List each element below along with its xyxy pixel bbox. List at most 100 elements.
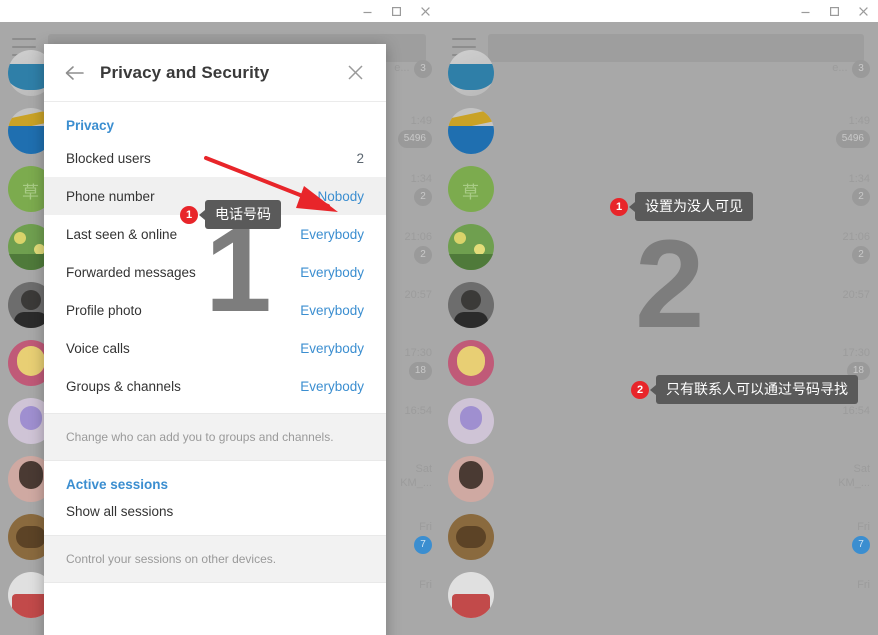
title-bar-left — [0, 0, 440, 22]
row-label: Blocked users — [66, 150, 151, 166]
row-value: Everybody — [300, 302, 364, 318]
chat-time: 1:49 — [410, 115, 432, 127]
unread-badge: 3 — [852, 60, 870, 78]
show-all-sessions-link[interactable]: Show all sessions — [44, 498, 386, 535]
chat-meta: 1:34 2 — [849, 172, 870, 206]
avatar[interactable] — [448, 224, 494, 270]
row-value: Everybody — [300, 226, 364, 242]
chat-list-background-right: 草 e... 3 1:49 5496 1:34 2 21:06 2 20:57 … — [440, 22, 878, 635]
chat-meta: Sat KM_... — [400, 462, 432, 490]
step-badge: 1 — [180, 205, 198, 224]
setting-row-profile-photo[interactable]: Profile photo Everybody — [44, 291, 386, 329]
avatar[interactable] — [448, 456, 494, 502]
maximize-button[interactable] — [820, 0, 849, 22]
row-label: Forwarded messages — [66, 264, 196, 280]
avatar[interactable] — [448, 108, 494, 154]
row-value: 2 — [356, 150, 364, 166]
avatar[interactable] — [448, 340, 494, 386]
avatar[interactable] — [448, 50, 494, 96]
active-sessions-link[interactable]: Active sessions — [44, 461, 386, 498]
close-button[interactable] — [849, 0, 878, 22]
setting-row-forwarded-messages[interactable]: Forwarded messages Everybody — [44, 253, 386, 291]
chat-meta: 16:54 — [404, 404, 432, 418]
chat-meta: Fri — [419, 578, 432, 592]
avatar[interactable] — [448, 398, 494, 444]
chat-meta: 16:54 — [842, 404, 870, 418]
row-value: Everybody — [300, 264, 364, 280]
chat-meta: 20:57 — [842, 288, 870, 302]
unread-badge: 5496 — [397, 130, 432, 148]
chat-time: Fri — [857, 521, 870, 533]
annotation-step-1: 1 电话号码 — [180, 200, 281, 229]
chat-time: Fri — [857, 579, 870, 591]
chat-preview: e... — [832, 62, 848, 74]
chat-time: 17:30 — [842, 347, 870, 359]
unread-badge: 2 — [414, 188, 432, 206]
dialog-header: Privacy and Security — [44, 44, 386, 102]
avatar[interactable]: 草 — [448, 166, 494, 212]
privacy-section: Privacy Blocked users 2 Phone number Nob… — [44, 102, 386, 405]
unread-badge: 2 — [852, 188, 870, 206]
setting-row-voice-calls[interactable]: Voice calls Everybody — [44, 329, 386, 367]
unread-badge: 2 — [852, 246, 870, 264]
chat-time: Sat — [415, 463, 432, 475]
chat-preview: KM_... — [400, 477, 432, 489]
sessions-hint-text: Control your sessions on other devices. — [44, 535, 386, 583]
page-title: Privacy and Security — [100, 62, 270, 82]
minimize-button[interactable] — [791, 0, 820, 22]
chat-meta: 21:06 2 — [842, 230, 870, 264]
chat-time: 1:49 — [848, 115, 870, 127]
chat-time: 21:06 — [404, 231, 432, 243]
step-badge: 2 — [631, 380, 649, 399]
screenshot-root: 草 e... 3 1:49 5496 1:34 2 21:06 2 20:57 … — [0, 0, 878, 635]
chat-meta: 21:06 2 — [404, 230, 432, 264]
chat-time: 16:54 — [842, 405, 870, 417]
step-tooltip: 设置为没人可见 — [629, 192, 753, 221]
privacy-and-security-dialog: Privacy and Security Privacy Blocked use… — [44, 44, 386, 635]
chat-meta: 1:49 5496 — [397, 114, 432, 148]
row-label: Groups & channels — [66, 378, 181, 394]
close-button[interactable] — [411, 0, 440, 22]
chat-meta: Sat KM_... — [838, 462, 870, 490]
row-value: Everybody — [300, 378, 364, 394]
unread-badge: 18 — [408, 362, 432, 380]
annotation-step-2: 2 只有联系人可以通过号码寻找 — [631, 375, 858, 404]
chat-time: 20:57 — [842, 289, 870, 301]
chat-meta: e... 3 — [832, 58, 870, 78]
chat-meta: e... 3 — [394, 58, 432, 78]
chat-meta: 20:57 — [404, 288, 432, 302]
row-value: Nobody — [317, 188, 364, 204]
step-tooltip: 只有联系人可以通过号码寻找 — [650, 375, 858, 404]
setting-row-blocked-users[interactable]: Blocked users 2 — [44, 139, 386, 177]
close-icon[interactable] — [338, 56, 372, 90]
chat-time: 21:06 — [842, 231, 870, 243]
title-bar-right — [440, 0, 878, 22]
telegram-window-right: 草 e... 3 1:49 5496 1:34 2 21:06 2 20:57 … — [440, 0, 878, 635]
chat-time: Fri — [419, 521, 432, 533]
minimize-button[interactable] — [353, 0, 382, 22]
step-tooltip: 电话号码 — [199, 200, 281, 229]
row-label: Voice calls — [66, 340, 130, 356]
search-input[interactable] — [488, 34, 864, 62]
avatar[interactable] — [448, 282, 494, 328]
chat-meta: 1:49 5496 — [835, 114, 870, 148]
row-value: Everybody — [300, 340, 364, 356]
avatar[interactable] — [448, 572, 494, 618]
chat-meta: 17:30 18 — [404, 346, 432, 380]
maximize-button[interactable] — [382, 0, 411, 22]
avatar[interactable] — [448, 514, 494, 560]
unread-badge: 2 — [414, 246, 432, 264]
privacy-section-title: Privacy — [66, 118, 115, 133]
row-label: Phone number — [66, 188, 155, 204]
setting-row-groups-channels[interactable]: Groups & channels Everybody — [44, 367, 386, 405]
back-arrow-icon[interactable] — [58, 56, 92, 90]
row-label: Profile photo — [66, 302, 142, 318]
row-label: Last seen & online — [66, 226, 178, 242]
chat-time: Sat — [853, 463, 870, 475]
chat-time: 1:34 — [848, 173, 870, 185]
sessions-section: Active sessions Show all sessions — [44, 461, 386, 535]
unread-badge: 5496 — [835, 130, 870, 148]
chat-meta: Fri 7 — [414, 520, 432, 554]
chat-meta: Fri 7 — [852, 520, 870, 554]
unread-badge: 7 — [414, 536, 432, 554]
